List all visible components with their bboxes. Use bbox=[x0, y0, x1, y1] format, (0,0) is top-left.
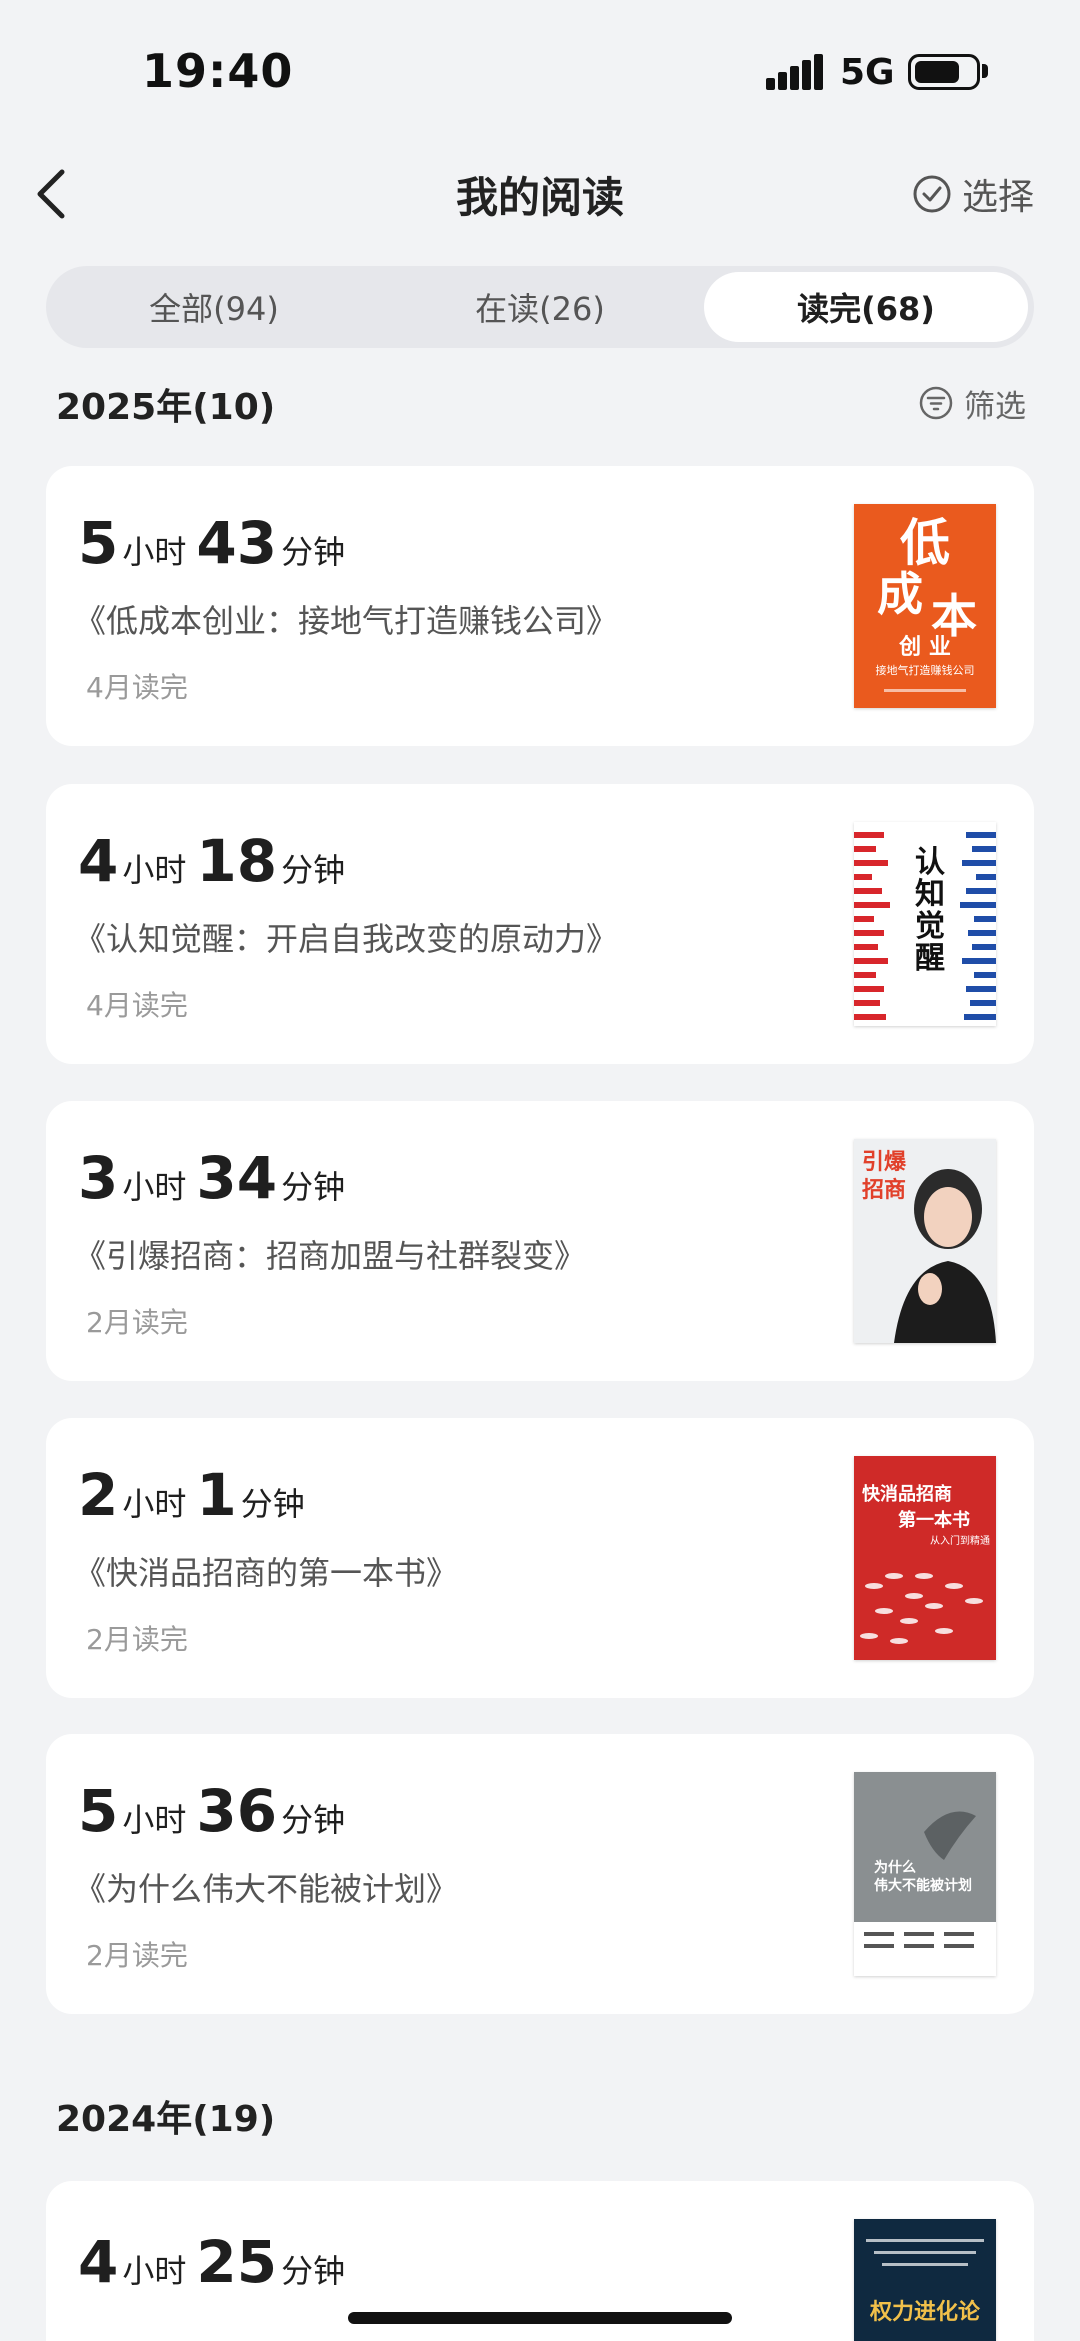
book-card[interactable]: 5 小时 43 分钟 《低成本创业：接地气打造赚钱公司》 4月读完 低 成 本 创 … bbox=[46, 466, 1034, 746]
tab-finished[interactable]: 读完(68) bbox=[704, 272, 1028, 342]
book-card[interactable]: 4 小时 18 分钟 《认知觉醒：开启自我改变的原动力》 4月读完 认 知 觉 醒 bbox=[46, 784, 1034, 1064]
svg-text:为什么: 为什么 bbox=[874, 1859, 916, 1876]
check-circle-icon bbox=[913, 175, 951, 213]
book-cover[interactable]: 权力进化论 bbox=[854, 2219, 996, 2341]
svg-text:低: 低 bbox=[900, 514, 950, 572]
svg-text:伟大不能被计划: 伟大不能被计划 bbox=[874, 1877, 972, 1894]
nav-bar: 我的阅读 选择 bbox=[0, 140, 1080, 250]
reading-duration: 2 小时 1 分钟 bbox=[78, 1461, 305, 1529]
book-cover[interactable]: 低 成 本 创 业 接地气打造赚钱公司 bbox=[854, 504, 996, 708]
reading-duration: 5 小时 36 分钟 bbox=[78, 1777, 346, 1845]
svg-text:第一本书: 第一本书 bbox=[898, 1509, 970, 1531]
reading-duration: 4 小时 25 分钟 bbox=[78, 2228, 346, 2296]
svg-text:接地气打造赚钱公司: 接地气打造赚钱公司 bbox=[876, 663, 975, 677]
svg-text:权力进化论: 权力进化论 bbox=[869, 2299, 981, 2325]
svg-text:创 业: 创 业 bbox=[898, 635, 951, 660]
filter-icon bbox=[919, 386, 953, 420]
battery-icon bbox=[908, 54, 980, 90]
book-cover[interactable]: 为什么 伟大不能被计划 bbox=[854, 1772, 996, 1976]
book-title: 《低成本创业：接地气打造赚钱公司》 bbox=[74, 602, 619, 640]
svg-text:觉: 觉 bbox=[915, 909, 945, 944]
status-bar: 19:40 5G bbox=[0, 0, 1080, 140]
finished-date: 4月读完 bbox=[86, 671, 188, 704]
select-label: 选择 bbox=[962, 177, 1035, 218]
svg-text:成: 成 bbox=[877, 567, 923, 621]
status-time: 19:40 bbox=[142, 44, 294, 98]
reading-duration: 3 小时 34 分钟 bbox=[78, 1144, 346, 1212]
svg-text:从入门到精通: 从入门到精通 bbox=[930, 1534, 990, 1547]
book-card[interactable]: 2 小时 1 分钟 《快消品招商的第一本书》 2月读完 快消品招商 第一本书 从入门… bbox=[46, 1418, 1034, 1698]
book-title: 《引爆招商：招商加盟与社群裂变》 bbox=[74, 1237, 587, 1275]
finished-date: 2月读完 bbox=[86, 1306, 188, 1339]
svg-text:引爆: 引爆 bbox=[862, 1150, 907, 1175]
book-title: 《快消品招商的第一本书》 bbox=[74, 1554, 459, 1592]
section-header-2024: 2024年(19) bbox=[56, 2099, 276, 2140]
book-title: 《为什么伟大不能被计划》 bbox=[74, 1870, 459, 1908]
home-indicator[interactable] bbox=[348, 2312, 732, 2324]
book-card[interactable]: 5 小时 36 分钟 《为什么伟大不能被计划》 2月读完 为什么 伟大不能被计划 bbox=[46, 1734, 1034, 2014]
signal-icon bbox=[766, 54, 823, 90]
book-cover[interactable]: 引爆 招商 bbox=[854, 1139, 996, 1343]
finished-date: 2月读完 bbox=[86, 1623, 188, 1656]
book-cover[interactable]: 快消品招商 第一本书 从入门到精通 bbox=[854, 1456, 996, 1660]
network-type: 5G bbox=[840, 52, 895, 93]
book-card[interactable]: 3 小时 34 分钟 《引爆招商：招商加盟与社群裂变》 2月读完 引爆 招商 bbox=[46, 1101, 1034, 1381]
section-header-2025: 2025年(10) bbox=[56, 387, 276, 428]
reading-duration: 5 小时 43 分钟 bbox=[78, 509, 346, 577]
tab-all[interactable]: 全部(94) bbox=[52, 272, 376, 342]
finished-date: 4月读完 bbox=[86, 989, 188, 1022]
filter-label: 筛选 bbox=[964, 388, 1026, 425]
reading-duration: 4 小时 18 分钟 bbox=[78, 827, 346, 895]
svg-text:招商: 招商 bbox=[862, 1177, 906, 1203]
finished-date: 2月读完 bbox=[86, 1939, 188, 1972]
tab-reading[interactable]: 在读(26) bbox=[378, 272, 702, 342]
svg-text:醒: 醒 bbox=[915, 941, 945, 976]
svg-text:认: 认 bbox=[915, 845, 945, 880]
svg-text:快消品招商: 快消品招商 bbox=[862, 1483, 952, 1505]
tab-bar: 全部(94) 在读(26) 读完(68) bbox=[46, 266, 1034, 348]
svg-text:知: 知 bbox=[915, 877, 945, 912]
select-button[interactable]: 选择 bbox=[912, 168, 1034, 220]
book-cover[interactable]: 认 知 觉 醒 bbox=[854, 822, 996, 1026]
filter-button[interactable]: 筛选 bbox=[918, 382, 1026, 425]
book-title: 《认知觉醒：开启自我改变的原动力》 bbox=[74, 920, 619, 958]
